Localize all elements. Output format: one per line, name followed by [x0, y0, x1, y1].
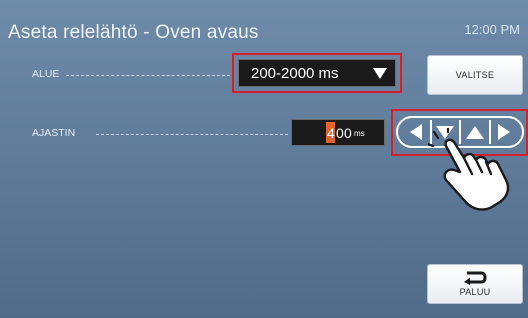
clock: 12:00 PM — [464, 22, 520, 37]
range-label: ALUE — [32, 68, 60, 80]
arrow-separator — [488, 120, 491, 144]
range-selected-value: 200-2000 ms — [251, 64, 339, 82]
timer-unit: ms — [354, 129, 365, 138]
arrow-right-button[interactable] — [493, 120, 515, 144]
timer-digit-2: 0 — [336, 125, 344, 141]
timer-field[interactable]: 4 0 0 ms — [291, 119, 385, 146]
arrow-separator — [429, 120, 432, 144]
relay-settings-screen: Aseta relelähtö - Oven avaus 12:00 PM AL… — [0, 0, 528, 318]
arrow-left-icon — [409, 124, 422, 140]
timer-digit-1: 4 — [327, 125, 335, 141]
arrow-up-button[interactable] — [464, 120, 486, 144]
timer-digit-3: 0 — [344, 125, 352, 141]
arrow-down-icon — [436, 125, 455, 139]
return-icon — [464, 271, 487, 285]
range-dropdown[interactable]: 200-2000 ms — [238, 59, 396, 87]
arrow-separator — [459, 120, 461, 144]
select-button[interactable]: VALITSE — [427, 55, 523, 95]
arrow-left-button[interactable] — [405, 120, 427, 144]
arrow-right-icon — [498, 124, 511, 140]
back-button-label: PALUU — [459, 287, 491, 297]
arrow-pad — [396, 116, 524, 148]
select-button-label: VALITSE — [455, 70, 495, 80]
range-leader-line — [66, 75, 230, 76]
arrow-up-icon — [465, 125, 484, 139]
arrow-down-button[interactable] — [434, 120, 456, 144]
timer-label: AJASTIN — [32, 127, 76, 139]
chevron-down-icon — [373, 67, 387, 79]
timer-leader-line — [96, 134, 288, 135]
page-title: Aseta relelähtö - Oven avaus — [8, 22, 259, 43]
back-button[interactable]: PALUU — [427, 264, 523, 304]
